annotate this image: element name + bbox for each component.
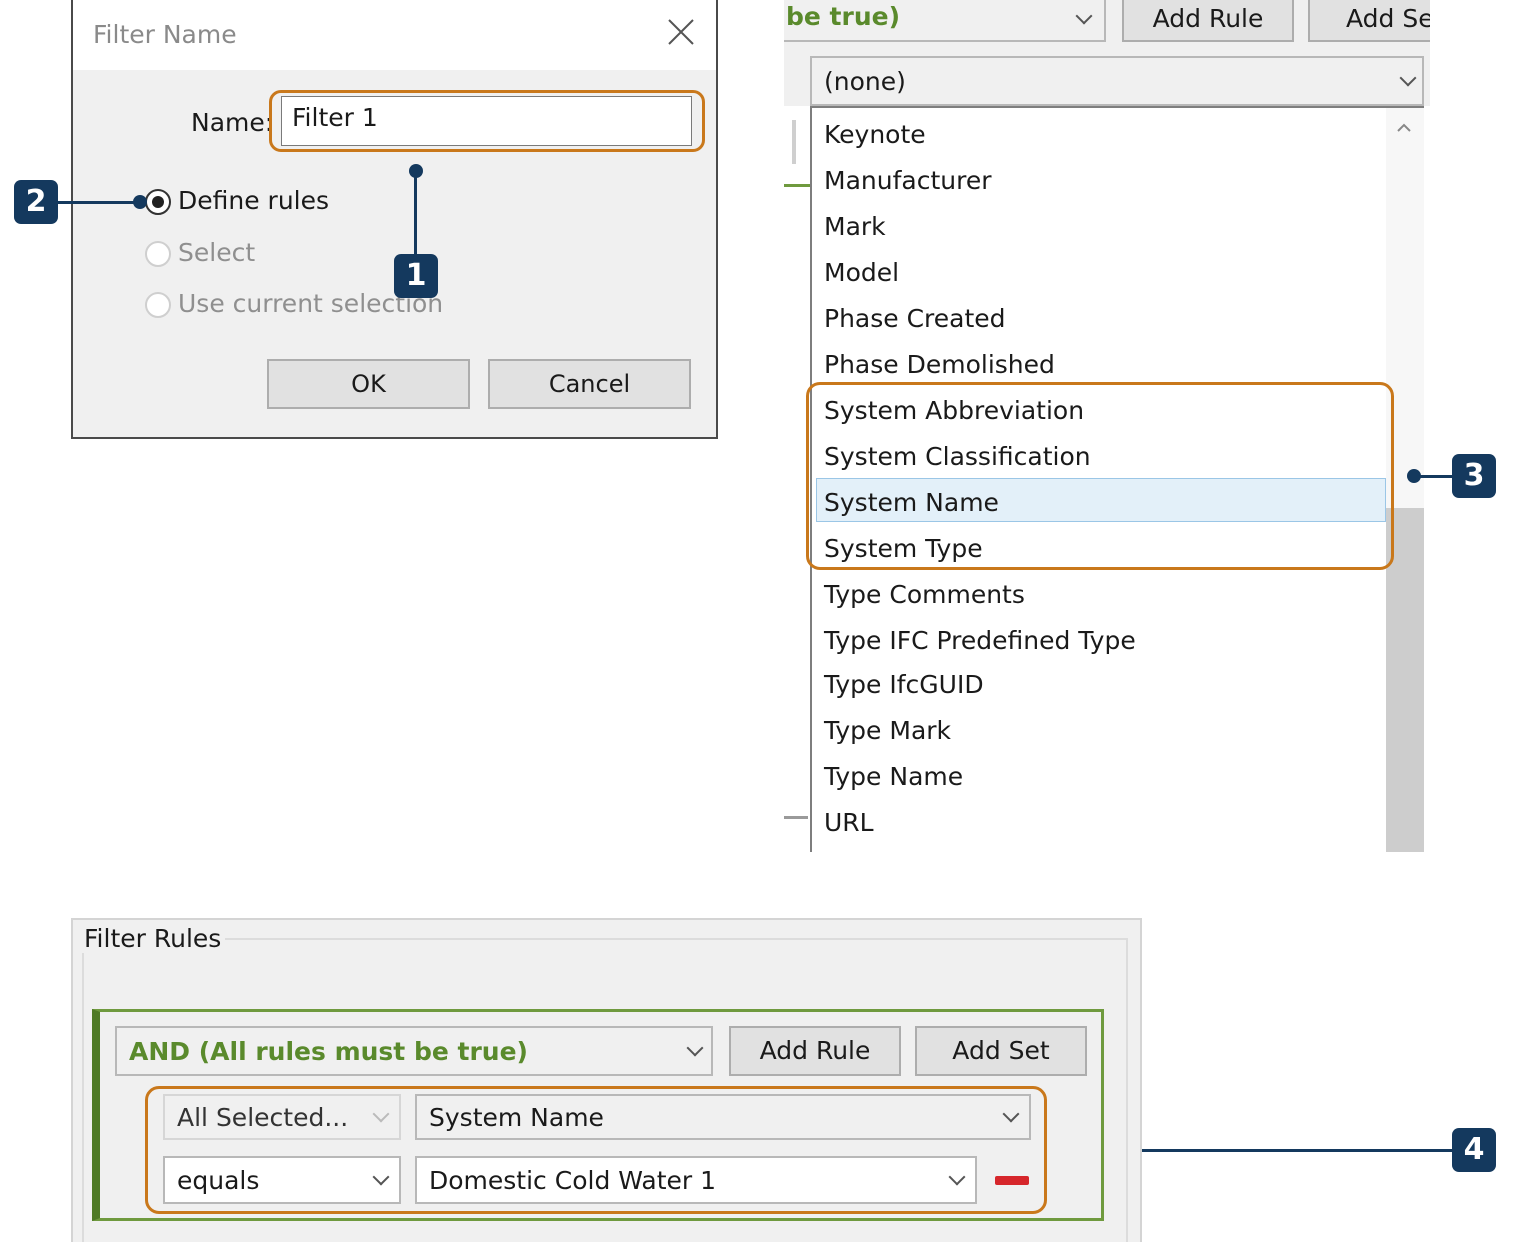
list-item[interactable]: Keynote (824, 112, 926, 158)
name-highlight (269, 90, 705, 152)
logic-combo[interactable]: AND (All rules must be true) (115, 1026, 713, 1076)
name-label: Name: (191, 108, 274, 137)
parameter-combo[interactable]: (none) (810, 56, 1424, 106)
background-set-edge (784, 184, 810, 187)
list-item[interactable]: Type IfcGUID (824, 662, 984, 708)
add-set-button[interactable]: Add Set (915, 1026, 1087, 1076)
parameter-combo-value: (none) (824, 67, 906, 96)
background-combo-edge (784, 816, 808, 819)
list-item[interactable]: Phase Created (824, 296, 1006, 342)
callout-2-line (58, 201, 140, 204)
list-item[interactable]: Type IFC Predefined Type (824, 618, 1136, 664)
logic-combo-text: be true) (786, 2, 901, 31)
cancel-button[interactable]: Cancel (488, 359, 691, 409)
chevron-down-icon (1075, 7, 1093, 25)
callout-1-line (414, 172, 417, 256)
use-current-selection-radio[interactable] (145, 292, 171, 318)
callout-4-badge: 4 (1452, 1128, 1496, 1172)
list-item[interactable]: Type Name (824, 754, 963, 800)
define-rules-radio[interactable] (145, 189, 171, 215)
system-items-highlight (806, 382, 1394, 570)
filter-name-dialog: Filter Name Name: Filter 1 Define rules … (71, 0, 718, 439)
callout-3-badge: 3 (1452, 454, 1496, 498)
ok-button[interactable]: OK (267, 359, 470, 409)
logic-combo-text: AND (All rules must be true) (129, 1037, 528, 1066)
list-item[interactable]: Type Comments (824, 572, 1025, 618)
chevron-down-icon (686, 1039, 704, 1057)
select-label: Select (178, 238, 256, 267)
logic-combo[interactable]: be true) (784, 0, 1106, 42)
filter-rules-legend: Filter Rules (80, 924, 226, 953)
list-item[interactable]: Model (824, 250, 899, 296)
list-item[interactable]: URL (824, 800, 874, 846)
dialog-titlebar: Filter Name (73, 0, 716, 70)
list-item[interactable]: Mark (824, 204, 886, 250)
list-item[interactable]: Manufacturer (824, 158, 991, 204)
chevron-down-icon (1399, 69, 1417, 87)
dialog-title: Filter Name (93, 20, 237, 49)
select-radio[interactable] (145, 241, 171, 267)
callout-2-dot (133, 195, 147, 209)
define-rules-label: Define rules (178, 186, 330, 215)
callout-2-badge: 2 (14, 180, 58, 224)
list-item[interactable]: Type Mark (824, 708, 951, 754)
callout-1-badge: 1 (394, 254, 438, 298)
rule-highlight (145, 1086, 1047, 1214)
add-set-button[interactable]: Add Se (1308, 0, 1430, 42)
callout-3-line (1418, 475, 1454, 478)
add-rule-button[interactable]: Add Rule (1122, 0, 1294, 42)
add-rule-button[interactable]: Add Rule (729, 1026, 901, 1076)
background-combo-edge (792, 120, 796, 164)
close-icon[interactable] (663, 14, 699, 50)
chevron-up-icon[interactable] (1396, 120, 1412, 136)
